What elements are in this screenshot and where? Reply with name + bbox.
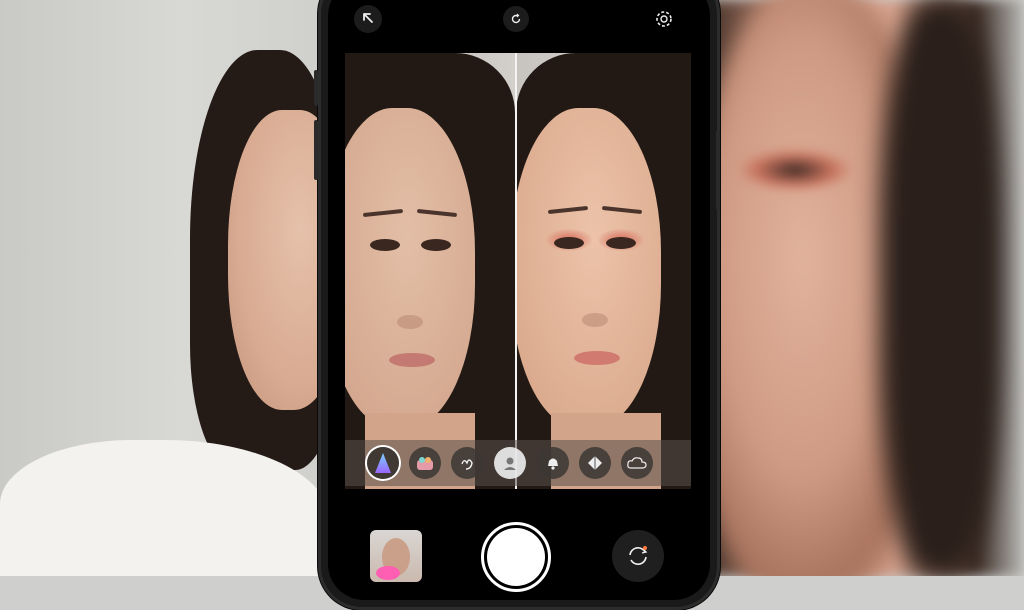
after-preview (516, 53, 691, 489)
background-blurred-eye (740, 150, 850, 190)
eye (554, 237, 584, 249)
thumbnail-accent (376, 566, 400, 580)
gallery-thumbnail[interactable] (370, 530, 422, 582)
shutter-button[interactable] (481, 522, 551, 592)
bell-icon[interactable] (537, 447, 569, 479)
portrait-icon[interactable] (494, 447, 526, 479)
palette-icon[interactable] (409, 447, 441, 479)
settings-gear-icon[interactable] (650, 5, 678, 33)
cloud-icon[interactable] (621, 447, 653, 479)
eye (370, 239, 400, 251)
camera-flip-icon[interactable] (612, 530, 664, 582)
nose (397, 315, 423, 329)
phone-side-button (314, 70, 318, 106)
hand-gesture-icon[interactable] (451, 447, 483, 479)
phone-power-button (716, 130, 720, 210)
eye (421, 239, 451, 251)
before-preview (345, 53, 515, 489)
background-blurred-hair (880, 0, 1000, 576)
diamond-icon[interactable] (579, 447, 611, 479)
nose (582, 313, 608, 327)
gradient-filter-icon[interactable] (367, 447, 399, 479)
eye (606, 237, 636, 249)
camera-viewfinder[interactable] (345, 53, 691, 489)
phone-volume-button (314, 120, 318, 180)
face (345, 108, 475, 428)
split-divider[interactable] (515, 53, 517, 489)
face (516, 108, 661, 428)
lips (389, 353, 435, 367)
refresh-icon[interactable] (503, 6, 529, 32)
shutter-inner (487, 528, 545, 586)
back-arrow-icon[interactable] (354, 5, 382, 33)
lips (574, 351, 620, 365)
